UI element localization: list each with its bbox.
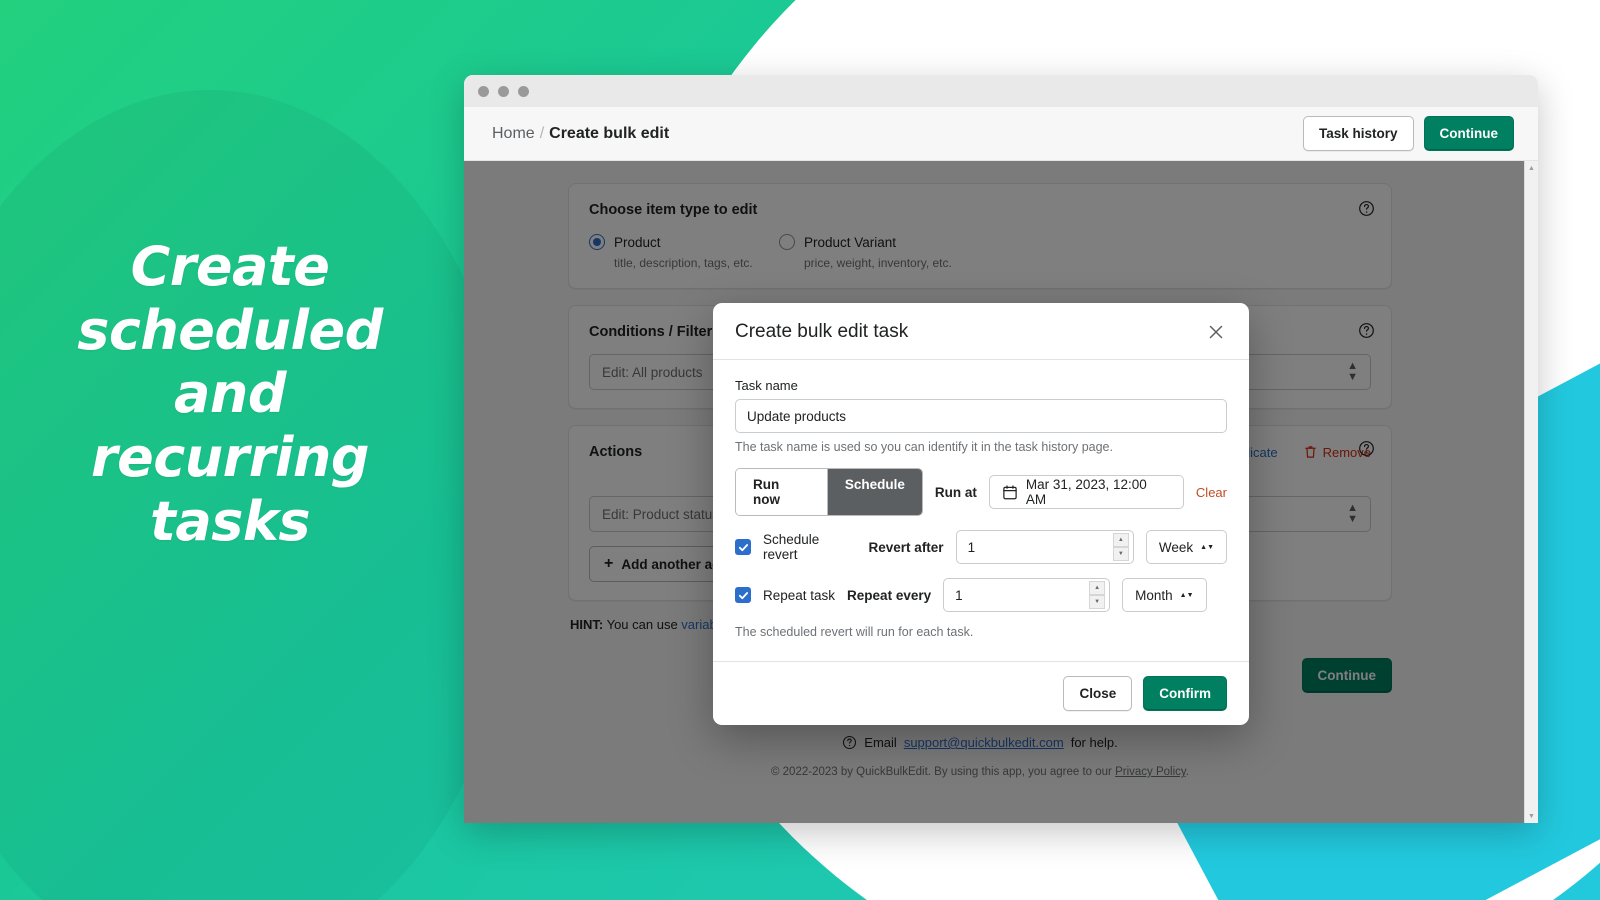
headline-line-5: tasks bbox=[150, 489, 310, 553]
repeat-task-checkbox[interactable] bbox=[735, 587, 751, 603]
repeat-task-row: Repeat task Repeat every 1 ▲ ▼ Month ▲▼ bbox=[735, 578, 1227, 612]
run-mode-segmented-control: Run now Schedule bbox=[735, 468, 923, 516]
check-icon bbox=[738, 543, 748, 551]
modal-confirm-button[interactable]: Confirm bbox=[1143, 676, 1227, 711]
promo-banner: Create scheduled and recurring tasks Hom… bbox=[0, 0, 1600, 900]
modal-title: Create bulk edit task bbox=[735, 321, 909, 342]
repeat-task-label: Repeat task bbox=[763, 587, 836, 603]
run-now-tab[interactable]: Run now bbox=[736, 469, 827, 515]
topbar-actions: Task history Continue bbox=[1302, 116, 1514, 151]
repeat-every-input[interactable]: 1 ▲ ▼ bbox=[943, 578, 1111, 612]
chevron-updown-icon: ▲▼ bbox=[1200, 543, 1214, 551]
schedule-revert-checkbox[interactable] bbox=[735, 539, 751, 555]
scroll-down-arrow-icon[interactable]: ▼ bbox=[1525, 809, 1539, 823]
run-at-date-field[interactable]: Mar 31, 2023, 12:00 AM bbox=[988, 475, 1184, 509]
schedule-revert-label: Schedule revert bbox=[763, 532, 820, 562]
scrollbar-track[interactable] bbox=[1525, 175, 1538, 809]
repeat-every-stepper[interactable]: ▲ ▼ bbox=[1089, 581, 1106, 609]
stepper-down-icon[interactable]: ▼ bbox=[1112, 547, 1129, 561]
task-name-help: The task name is used so you can identif… bbox=[735, 440, 1113, 454]
revert-unit-select[interactable]: Week ▲▼ bbox=[1145, 530, 1227, 564]
scroll-up-arrow-icon[interactable]: ▲ bbox=[1525, 161, 1539, 175]
breadcrumb-current: Create bulk edit bbox=[549, 124, 670, 142]
page-scrollbar[interactable]: ▲ ▼ bbox=[1524, 161, 1538, 823]
chevron-updown-icon: ▲▼ bbox=[1179, 591, 1194, 599]
stepper-up-icon[interactable]: ▲ bbox=[1112, 533, 1129, 547]
revert-unit-value: Week bbox=[1158, 539, 1194, 555]
stepper-up-icon[interactable]: ▲ bbox=[1089, 581, 1106, 595]
revert-after-stepper[interactable]: ▲ ▼ bbox=[1112, 533, 1129, 561]
schedule-revert-row: Schedule revert Revert after 1 ▲ ▼ Week … bbox=[735, 530, 1227, 564]
continue-button-top[interactable]: Continue bbox=[1423, 116, 1514, 151]
app-topbar: Home / Create bulk edit Task history Con… bbox=[464, 107, 1538, 161]
task-history-button[interactable]: Task history bbox=[1302, 116, 1414, 151]
headline-line-1: Create bbox=[130, 235, 330, 298]
window-minimize-dot-icon[interactable] bbox=[498, 85, 509, 97]
window-close-dot-icon[interactable] bbox=[478, 85, 489, 97]
close-icon[interactable] bbox=[1205, 321, 1227, 343]
repeat-every-label: Repeat every bbox=[847, 587, 932, 603]
revert-after-label: Revert after bbox=[868, 539, 944, 555]
revert-after-input[interactable]: 1 ▲ ▼ bbox=[955, 530, 1134, 564]
breadcrumb-separator: / bbox=[539, 124, 545, 142]
headline-line-3: and bbox=[173, 362, 287, 426]
browser-titlebar bbox=[464, 75, 1538, 107]
window-maximize-dot-icon[interactable] bbox=[518, 85, 529, 97]
calendar-icon bbox=[1003, 484, 1017, 499]
schedule-note: The scheduled revert will run for each t… bbox=[735, 625, 974, 639]
modal-close-button[interactable]: Close bbox=[1063, 676, 1133, 711]
check-icon bbox=[738, 591, 748, 599]
headline-line-4: recurring bbox=[90, 426, 370, 490]
stepper-down-icon[interactable]: ▼ bbox=[1089, 595, 1106, 609]
headline-line-2: scheduled bbox=[77, 298, 383, 362]
run-at-label: Run at bbox=[934, 484, 977, 500]
marketing-headline: Create scheduled and recurring tasks bbox=[0, 235, 460, 554]
breadcrumb: Home / Create bulk edit bbox=[492, 125, 669, 143]
modal-footer: Close Confirm bbox=[713, 661, 1249, 725]
schedule-row: Run now Schedule Run at Mar 31, 2023, 12… bbox=[735, 468, 1227, 516]
repeat-unit-select[interactable]: Month ▲▼ bbox=[1122, 578, 1207, 612]
run-at-date-value: Mar 31, 2023, 12:00 AM bbox=[1025, 477, 1147, 507]
modal-body: Task name The task name is used so you c… bbox=[713, 360, 1249, 661]
revert-after-value: 1 bbox=[967, 539, 976, 555]
repeat-every-value: 1 bbox=[955, 587, 963, 603]
schedule-tab[interactable]: Schedule bbox=[826, 469, 922, 515]
modal-header: Create bulk edit task bbox=[713, 303, 1249, 360]
task-name-label: Task name bbox=[735, 378, 798, 393]
breadcrumb-home-link[interactable]: Home bbox=[492, 125, 535, 143]
repeat-unit-value: Month bbox=[1135, 587, 1173, 603]
task-name-input[interactable] bbox=[735, 399, 1227, 433]
create-bulk-edit-task-modal: Create bulk edit task Task name The task… bbox=[713, 303, 1249, 725]
clear-date-link[interactable]: Clear bbox=[1196, 485, 1227, 500]
